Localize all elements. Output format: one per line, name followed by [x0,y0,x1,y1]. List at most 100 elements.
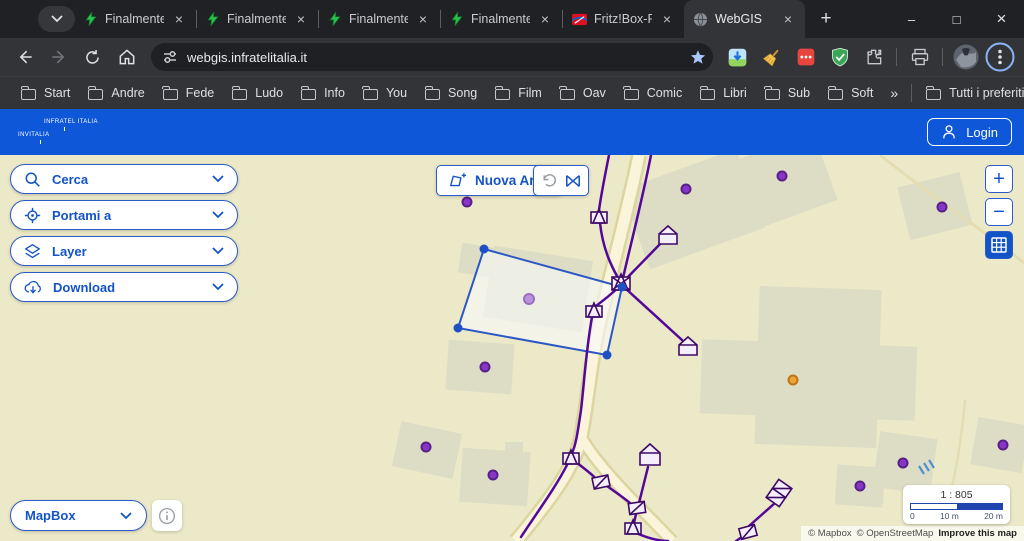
window-minimize-button[interactable]: – [889,0,934,38]
globe-favicon [693,12,708,27]
bookmarks-overflow-button[interactable]: » [882,85,906,101]
splice-marker[interactable] [628,501,645,514]
bookmark-folder-comic[interactable]: Comic [615,83,691,103]
property-dot[interactable] [489,471,498,480]
bookmark-folder-song[interactable]: Song [416,83,486,103]
basemap-dropdown[interactable]: MapBox [10,500,147,531]
tab-close-icon[interactable]: × [293,11,309,27]
bookmark-star-icon[interactable] [689,48,707,66]
property-dot[interactable] [856,482,865,491]
zoom-out-button[interactable]: − [985,198,1013,226]
bookmark-folder-film[interactable]: Film [486,83,551,103]
new-tab-button[interactable]: + [811,4,841,34]
url-text[interactable]: webgis.infratelitalia.it [187,50,689,65]
bookmark-folder-ludo[interactable]: Ludo [223,83,292,103]
property-dot[interactable] [778,172,787,181]
tab-finalmente-2[interactable]: Finalmente l × [197,0,318,38]
property-dot[interactable] [422,443,431,452]
tab-close-icon[interactable]: × [171,11,187,27]
tab-close-icon[interactable]: × [659,11,675,27]
tab-webgis-active[interactable]: WebGIS × [684,0,805,38]
vertex-handle[interactable] [454,324,463,333]
house-marker[interactable] [640,444,660,465]
profile-avatar[interactable] [949,41,982,74]
broom-icon [762,47,782,67]
accordion-cerca[interactable]: Cerca [10,164,238,194]
selected-area-polygon[interactable] [458,249,622,355]
back-icon [15,47,35,67]
tab-close-icon[interactable]: × [415,11,431,27]
scale-panel: 1 : 805 0 10 m 20 m [903,485,1010,524]
double-splice-marker[interactable] [766,479,792,506]
bookmark-folder-info[interactable]: Info [292,83,354,103]
tab-fritzbox[interactable]: Fritz!Box-For × [563,0,684,38]
tab-close-icon[interactable]: × [780,11,796,27]
property-dot-light[interactable] [524,294,534,304]
cancel-selection-icon[interactable] [564,173,582,189]
accordion-download[interactable]: Download [10,272,238,302]
bookmark-folder-soft[interactable]: Soft [819,83,882,103]
map-container: Cerca Portami a Layer Download Nuov [0,155,1024,541]
menu-button[interactable] [983,41,1016,74]
bookmark-folder-you[interactable]: You [354,83,416,103]
bookmark-folder-oav[interactable]: Oav [551,83,615,103]
fritzbox-favicon [572,12,587,27]
tab-search-button[interactable] [38,6,75,32]
mapbox-attribution[interactable]: © Mapbox [808,528,851,539]
bookmark-folder-andre[interactable]: Andre [79,83,153,103]
vertex-handle[interactable] [618,283,627,292]
osm-attribution[interactable]: © OpenStreetMap [857,528,934,539]
bookmark-folder-start[interactable]: Start [12,83,79,103]
accordion-layer[interactable]: Layer [10,236,238,266]
login-button[interactable]: Login [927,118,1012,146]
property-dot[interactable] [938,203,947,212]
zoom-in-button[interactable]: + [985,165,1013,193]
chevron-down-icon [212,283,224,291]
property-dot[interactable] [682,185,691,194]
bookmark-folder-sub[interactable]: Sub [756,83,819,103]
forward-icon [49,47,69,67]
grid-icon [991,237,1007,253]
accordion-portami-a[interactable]: Portami a [10,200,238,230]
home-button[interactable] [110,41,143,74]
lightning-favicon [450,12,464,26]
splice-marker[interactable] [592,475,610,489]
all-bookmarks-folder[interactable]: Tutti i preferiti [917,83,1024,103]
tab-finalmente-3[interactable]: Finalmente l × [319,0,440,38]
lightning-favicon [206,12,220,26]
tab-close-icon[interactable]: × [537,11,553,27]
tab-title: Finalmente l [105,12,164,26]
property-dot[interactable] [481,363,490,372]
property-dot[interactable] [999,441,1008,450]
reload-button[interactable] [76,41,109,74]
extensions-button[interactable] [857,41,890,74]
download-helper-extension-icon[interactable] [721,41,754,74]
cleaner-extension-icon[interactable] [755,41,788,74]
vertex-handle[interactable] [603,351,612,360]
tab-finalmente-1[interactable]: Finalmente l × [75,0,196,38]
forward-button[interactable] [42,41,75,74]
address-bar[interactable]: webgis.infratelitalia.it [151,43,713,71]
splice-marker[interactable] [739,525,757,540]
lightning-favicon [84,12,98,26]
target-icon [24,207,41,224]
search-icon [24,171,41,188]
property-dot-orange[interactable] [789,376,798,385]
basemap-grid-button[interactable] [985,231,1013,259]
property-dot[interactable] [899,459,908,468]
improve-map-link[interactable]: Improve this map [938,528,1017,539]
vertex-handle[interactable] [480,245,489,254]
back-button[interactable] [8,41,41,74]
window-maximize-button[interactable]: □ [934,0,979,38]
info-button[interactable] [152,500,182,531]
window-close-button[interactable]: × [979,0,1024,38]
bookmark-folder-fede[interactable]: Fede [154,83,224,103]
bookmark-folder-libri[interactable]: Libri [691,83,756,103]
adguard-extension-icon[interactable] [823,41,856,74]
undo-icon[interactable] [540,172,557,189]
print-button[interactable] [903,41,936,74]
login-label: Login [966,125,998,140]
adblock-extension-icon[interactable] [789,41,822,74]
property-dot[interactable] [463,198,472,207]
tab-finalmente-4[interactable]: Finalmente l × [441,0,562,38]
